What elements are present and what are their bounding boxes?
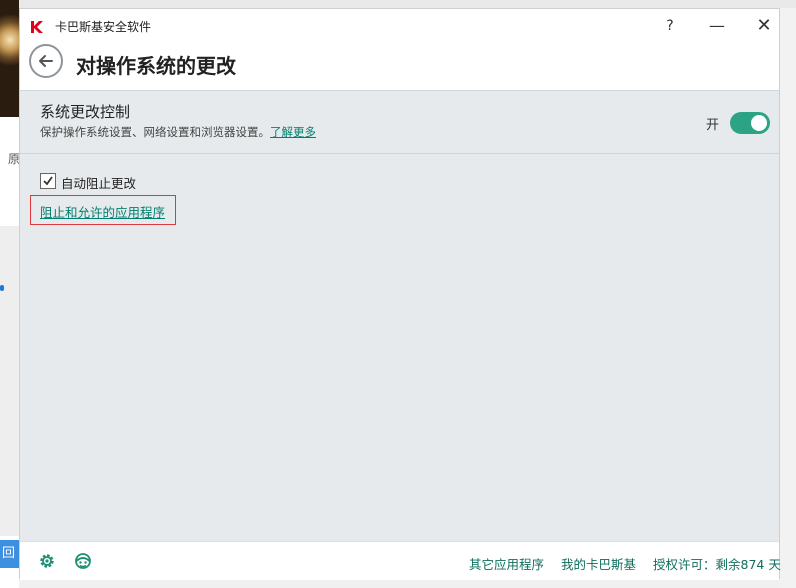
description-text: 保护操作系统设置、网络设置和浏览器设置。 bbox=[40, 125, 270, 139]
toggle-knob bbox=[751, 115, 767, 131]
page-title: 对操作系统的更改 bbox=[76, 54, 236, 78]
background-button: 回 bbox=[0, 540, 19, 568]
gear-icon[interactable] bbox=[38, 552, 56, 570]
content-area: 系统更改控制 保护操作系统设置、网络设置和浏览器设置。了解更多 开 自动阻止更改… bbox=[20, 90, 779, 542]
arrow-left-icon bbox=[39, 55, 53, 67]
background-indicator bbox=[0, 285, 4, 291]
back-button[interactable] bbox=[29, 44, 63, 78]
background-panel bbox=[0, 226, 19, 536]
title-bar: 卡巴斯基安全软件 ? — ✕ bbox=[20, 9, 779, 43]
auto-block-label: 自动阻止更改 bbox=[61, 176, 137, 191]
help-button[interactable]: ? bbox=[650, 13, 690, 39]
blocked-allowed-apps-link[interactable]: 阻止和允许的应用程序 bbox=[40, 202, 165, 221]
background-right-strip bbox=[780, 8, 796, 588]
kaspersky-logo-icon bbox=[30, 19, 44, 33]
auto-block-checkbox[interactable] bbox=[40, 173, 56, 189]
license-link[interactable]: 授权许可：剩余874 天 bbox=[653, 554, 781, 573]
footer: 其它应用程序 我的卡巴斯基 授权许可：剩余874 天 bbox=[20, 541, 781, 580]
system-change-control-toggle[interactable] bbox=[730, 112, 770, 134]
system-change-control-section: 系统更改控制 保护操作系统设置、网络设置和浏览器设置。了解更多 开 bbox=[20, 91, 779, 154]
main-window: 卡巴斯基安全软件 ? — ✕ 对操作系统的更改 系统更改控制 保护操作系统设置、… bbox=[19, 8, 781, 580]
my-kaspersky-link[interactable]: 我的卡巴斯基 bbox=[561, 554, 636, 573]
support-icon[interactable] bbox=[74, 552, 92, 570]
background-photo bbox=[0, 0, 19, 117]
learn-more-link[interactable]: 了解更多 bbox=[270, 125, 316, 139]
toggle-state-label: 开 bbox=[706, 118, 720, 133]
other-apps-link[interactable]: 其它应用程序 bbox=[469, 554, 544, 573]
checkmark-icon bbox=[43, 176, 53, 186]
minimize-button[interactable]: — bbox=[697, 13, 737, 39]
highlight-box: 阻止和允许的应用程序 bbox=[30, 195, 176, 225]
section-title: 系统更改控制 bbox=[40, 103, 131, 121]
app-title: 卡巴斯基安全软件 bbox=[55, 20, 152, 34]
page-header: 对操作系统的更改 bbox=[20, 43, 779, 91]
section-description: 保护操作系统设置、网络设置和浏览器设置。了解更多 bbox=[40, 124, 316, 140]
close-button[interactable]: ✕ bbox=[744, 13, 784, 39]
background-top-strip bbox=[19, 0, 796, 8]
